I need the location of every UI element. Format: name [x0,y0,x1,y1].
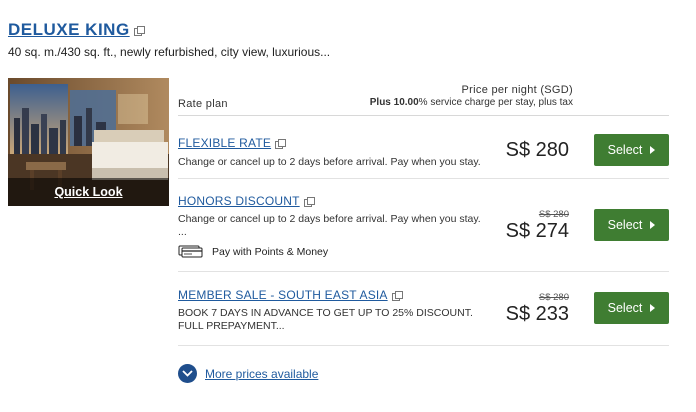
room-photo[interactable]: Quick Look [8,78,169,206]
rate-description: BOOK 7 DAYS IN ADVANCE TO GET UP TO 25% … [178,307,473,319]
more-prices-link[interactable]: More prices available [205,367,318,381]
rate-row-honors: HONORS DISCOUNT Change or cancel up to 2… [178,179,669,272]
rate-price: S$ 274 [505,220,569,242]
rate-name-flexible[interactable]: FLEXIBLE RATE [178,136,287,150]
rates-header: Rate plan Price per night (SGD) Plus 10.… [178,80,669,116]
original-price: S$ 280 [538,292,569,303]
more-prices-toggle[interactable]: More prices available [178,364,318,383]
external-link-icon [133,25,145,36]
rate-description-block: Change or cancel up to 2 days before arr… [178,213,481,259]
service-charge-note: Plus 10.00% service charge per stay, plu… [370,97,573,108]
quick-look-bar[interactable]: Quick Look [8,178,169,206]
select-button[interactable]: Select [594,209,669,241]
rate-name-link[interactable]: FLEXIBLE RATE [178,136,271,150]
select-button[interactable]: Select [594,134,669,166]
rate-description-more: ... [178,226,187,238]
points-cards-icon [178,245,203,258]
rate-name-honors[interactable]: HONORS DISCOUNT [178,194,315,208]
rate-name-member-sale[interactable]: MEMBER SALE - SOUTH EAST ASIA [178,288,403,302]
caret-right-icon [650,146,656,154]
caret-right-icon [650,221,656,229]
select-button[interactable]: Select [594,292,669,324]
pay-with-points: Pay with Points & Money [178,245,481,259]
rate-price: S$ 233 [505,303,569,325]
chevron-down-icon[interactable] [178,364,197,383]
room-title-link[interactable]: DELUXE KING [8,20,130,40]
service-charge-amount: Plus 10.00 [369,97,419,108]
caret-right-icon [650,304,656,312]
rate-row-flexible: FLEXIBLE RATE Change or cancel up to 2 d… [178,116,669,179]
rate-description: FULL PREPAYMENT... [178,320,285,332]
rate-description: Change or cancel up to 2 days before arr… [178,213,481,225]
select-button-label[interactable]: Select [608,301,643,315]
external-link-icon [391,290,403,301]
rate-description-block: BOOK 7 DAYS IN ADVANCE TO GET UP TO 25% … [178,307,473,333]
select-button-label[interactable]: Select [608,143,643,157]
rate-price: S$ 280 [505,139,569,161]
select-button-label[interactable]: Select [608,218,643,232]
rate-name-link[interactable]: MEMBER SALE - SOUTH EAST ASIA [178,288,388,302]
price-block: S$ 280 [506,139,569,162]
quick-look-link[interactable]: Quick Look [54,185,122,199]
external-link-icon [303,196,315,207]
price-per-night-header: Price per night (SGD) [461,84,573,96]
price-block: S$ 280 S$ 274 [506,209,569,243]
rate-row-member-sale: MEMBER SALE - SOUTH EAST ASIA BOOK 7 DAY… [178,272,669,346]
room-description: 40 sq. m./430 sq. ft., newly refurbished… [8,45,331,59]
price-block: S$ 280 S$ 233 [506,292,569,326]
service-charge-text: % service charge per stay, plus tax [418,97,573,108]
room-title[interactable]: DELUXE KING [8,20,145,40]
rate-description: Change or cancel up to 2 days before arr… [178,156,481,168]
external-link-icon [275,138,287,149]
rate-name-link[interactable]: HONORS DISCOUNT [178,194,300,208]
rates-table: Rate plan Price per night (SGD) Plus 10.… [178,80,669,346]
original-price: S$ 280 [538,209,569,220]
pay-with-points-label: Pay with Points & Money [212,246,329,258]
rate-plan-header: Rate plan [178,98,228,110]
